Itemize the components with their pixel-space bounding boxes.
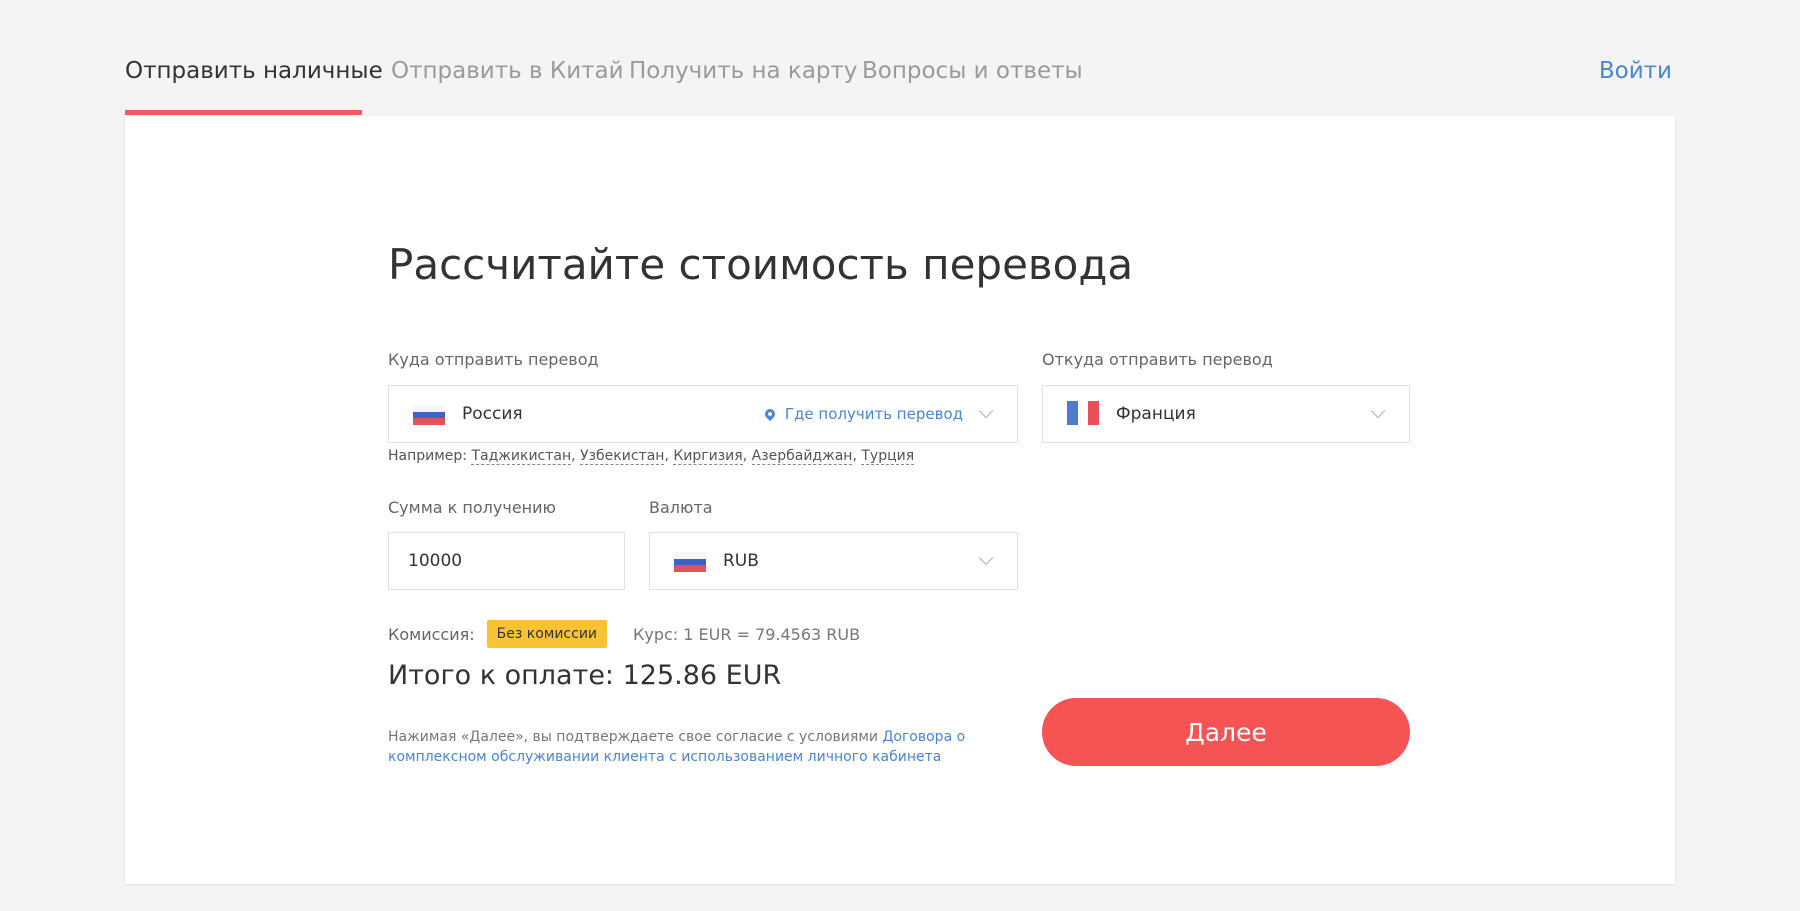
page-title: Рассчитайте стоимость перевода bbox=[388, 240, 1134, 289]
examples-prefix: Например: bbox=[388, 448, 468, 464]
france-flag-icon bbox=[1067, 401, 1100, 425]
example-kyrgyzstan[interactable]: Киргизия bbox=[673, 448, 743, 465]
top-navigation: Отправить наличные Отправить в Китай Пол… bbox=[125, 48, 1675, 116]
destination-label: Куда отправить перевод bbox=[388, 350, 599, 369]
russia-flag-icon bbox=[674, 552, 706, 573]
currency-value: RUB bbox=[723, 551, 759, 571]
tab-send-to-china[interactable]: Отправить в Китай bbox=[391, 58, 624, 84]
exchange-rate: Курс: 1 EUR = 79.4563 RUB bbox=[633, 624, 861, 644]
example-uzbekistan[interactable]: Узбекистан bbox=[580, 448, 665, 465]
example-tajikistan[interactable]: Таджикистан bbox=[471, 448, 572, 465]
where-to-receive-link[interactable]: Где получить перевод bbox=[762, 405, 963, 423]
currency-label: Валюта bbox=[649, 498, 713, 517]
currency-select[interactable]: RUB bbox=[649, 532, 1018, 590]
next-button[interactable]: Далее bbox=[1042, 698, 1410, 766]
example-turkey[interactable]: Турция bbox=[861, 448, 915, 465]
chevron-down-icon bbox=[978, 403, 994, 419]
transfer-calculator-card: Рассчитайте стоимость перевода Куда отпр… bbox=[125, 116, 1675, 884]
active-tab-indicator bbox=[125, 110, 362, 115]
destination-examples: Например: Таджикистан, Узбекистан, Кирги… bbox=[388, 448, 915, 465]
chevron-down-icon bbox=[1370, 403, 1386, 419]
commission-label: Комиссия: bbox=[388, 624, 475, 644]
destination-country-select[interactable]: Россия Где получить перевод bbox=[388, 385, 1018, 443]
destination-country-value: Россия bbox=[462, 404, 523, 424]
example-azerbaijan[interactable]: Азербайджан bbox=[751, 448, 853, 465]
total-to-pay: Итого к оплате: 125.86 EUR bbox=[388, 660, 782, 691]
agreement-text: Нажимая «Далее», вы подтверждаете свое с… bbox=[388, 727, 978, 767]
tab-faq[interactable]: Вопросы и ответы bbox=[862, 58, 1083, 84]
agreement-prefix: Нажимая «Далее», вы подтверждаете свое с… bbox=[388, 729, 883, 745]
login-link[interactable]: Войти bbox=[1599, 58, 1672, 84]
where-to-receive-label: Где получить перевод bbox=[784, 405, 963, 423]
no-commission-badge: Без комиссии bbox=[486, 620, 608, 648]
origin-country-value: Франция bbox=[1116, 404, 1196, 424]
amount-label: Сумма к получению bbox=[388, 498, 556, 517]
commission-row: Комиссия: Без комиссии Курс: 1 EUR = 79.… bbox=[388, 620, 860, 648]
location-pin-icon bbox=[762, 406, 777, 422]
origin-country-select[interactable]: Франция bbox=[1042, 385, 1410, 443]
amount-input[interactable]: 10000 bbox=[388, 532, 625, 590]
tab-receive-to-card[interactable]: Получить на карту bbox=[629, 58, 858, 84]
tab-send-cash[interactable]: Отправить наличные bbox=[125, 58, 383, 84]
origin-label: Откуда отправить перевод bbox=[1042, 350, 1273, 369]
chevron-down-icon bbox=[978, 550, 994, 566]
russia-flag-icon bbox=[413, 405, 445, 426]
